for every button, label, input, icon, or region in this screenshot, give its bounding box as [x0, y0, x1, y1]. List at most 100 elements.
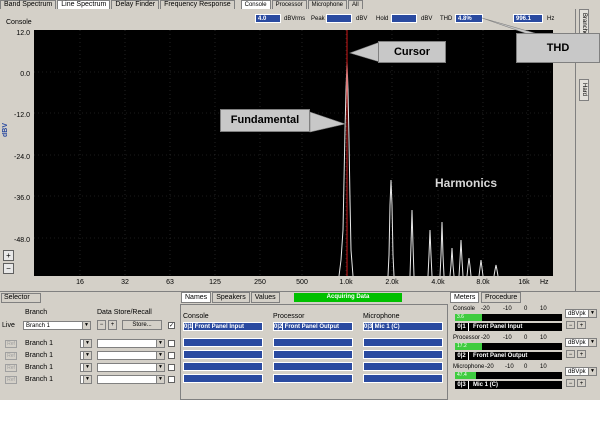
- ref-button[interactable]: Ref: [5, 364, 17, 372]
- live-checkbox[interactable]: ✓: [168, 322, 175, 329]
- channel-microphone[interactable]: 0|3 Mic 1 (C): [363, 322, 443, 331]
- meter-scale: -10: [503, 335, 512, 341]
- channel-slot[interactable]: [183, 374, 263, 383]
- ref-button[interactable]: Ref: [5, 376, 17, 384]
- ref-branch-label: Branch 1: [25, 376, 54, 383]
- ref-branch-select[interactable]: ▼: [80, 351, 92, 360]
- chevron-down-icon: ▼: [82, 322, 90, 329]
- channel-slot[interactable]: [273, 374, 353, 383]
- channel-slot[interactable]: [273, 362, 353, 371]
- tab-procedure[interactable]: Procedure: [481, 292, 522, 303]
- channel-slot[interactable]: [183, 362, 263, 371]
- meter-title-microphone: Microphone: [453, 364, 485, 370]
- ref-branch-select[interactable]: ▼: [80, 339, 92, 348]
- meter-plus-button[interactable]: +: [577, 321, 586, 329]
- data-store-label: Data Store/Recall: [97, 309, 152, 316]
- channel-slot[interactable]: [273, 338, 353, 347]
- tab-names[interactable]: Names: [181, 292, 212, 303]
- meter-scale: 0: [524, 335, 528, 341]
- meter-title-console: Console: [453, 306, 476, 312]
- chevron-down-icon: ▼: [156, 352, 164, 359]
- meter-unit-select[interactable]: dBVpk ▼: [565, 338, 597, 347]
- chevron-down-icon: ▼: [83, 364, 91, 371]
- meter-channel-microphone[interactable]: 0|3 Mic 1 (C): [455, 381, 562, 389]
- channel-slot[interactable]: [363, 338, 443, 347]
- callout-arrows: [309, 17, 539, 133]
- ref-store-select[interactable]: ▼: [97, 375, 165, 384]
- ref-branch-label: Branch 1: [25, 352, 54, 359]
- bottom-panel: Selector Branch Data Store/Recall Live B…: [0, 291, 600, 400]
- meter-minus-button[interactable]: −: [566, 321, 575, 329]
- tab-meters[interactable]: Meters: [450, 292, 480, 303]
- meter-channel-processor[interactable]: 0|2 Front Panel Output: [455, 352, 562, 360]
- meter-unit-select[interactable]: dBVpk ▼: [565, 309, 597, 318]
- meter-bar-processor: 17.2: [455, 343, 562, 350]
- meter-title-processor: Processor: [453, 335, 481, 341]
- tab-values[interactable]: Values: [250, 292, 280, 303]
- tab-speakers[interactable]: Speakers: [212, 292, 250, 303]
- column-header-processor: Processor: [273, 313, 305, 320]
- ref-store-select[interactable]: ▼: [97, 363, 165, 372]
- chevron-down-icon: ▼: [156, 340, 164, 347]
- harmonics-label: Harmonics: [435, 176, 498, 190]
- channel-names-panel: Console Processor Microphone 0|1 Front P…: [180, 304, 448, 400]
- ref-checkbox[interactable]: [168, 376, 175, 383]
- channel-console[interactable]: 0|1 Front Panel Input: [183, 322, 263, 331]
- ref-branch-label: Branch 1: [25, 364, 54, 371]
- ref-branch-label: Branch 1: [25, 340, 54, 347]
- store-button[interactable]: Store...: [122, 320, 162, 330]
- ref-checkbox[interactable]: [168, 364, 175, 371]
- ref-branch-select[interactable]: ▼: [80, 363, 92, 372]
- chevron-down-icon: ▼: [83, 340, 91, 347]
- ref-store-select[interactable]: ▼: [97, 351, 165, 360]
- channel-slot[interactable]: [363, 350, 443, 359]
- meter-unit-select[interactable]: dBVpk ▼: [565, 367, 597, 376]
- channel-slot[interactable]: [273, 350, 353, 359]
- live-label: Live: [2, 322, 15, 329]
- meter-scale: -10: [505, 364, 514, 370]
- thd-callout: THD: [516, 33, 600, 63]
- meter-bar-console: 3.6: [455, 314, 562, 321]
- ref-checkbox[interactable]: [168, 340, 175, 347]
- meter-plus-button[interactable]: +: [577, 379, 586, 387]
- selector-tab[interactable]: Selector: [1, 293, 41, 303]
- chevron-down-icon: ▼: [588, 368, 596, 375]
- chevron-down-icon: ▼: [156, 364, 164, 371]
- cursor-callout: Cursor: [378, 41, 446, 63]
- ref-button[interactable]: Ref: [5, 352, 17, 360]
- ref-store-select[interactable]: ▼: [97, 339, 165, 348]
- meter-bar-microphone: 47.4: [455, 372, 562, 379]
- chevron-down-icon: ▼: [588, 339, 596, 346]
- chevron-down-icon: ▼: [588, 310, 596, 317]
- meter-plus-button[interactable]: +: [577, 350, 586, 358]
- channel-slot[interactable]: [363, 374, 443, 383]
- recall-minus-button[interactable]: −: [97, 320, 106, 330]
- channel-slot[interactable]: [183, 350, 263, 359]
- branch-label: Branch: [25, 309, 48, 316]
- app-window: Band Spectrum Line Spectrum Delay Finder…: [0, 0, 600, 400]
- acquiring-status: Acquiring Data: [294, 293, 402, 302]
- chevron-down-icon: ▼: [156, 376, 164, 383]
- recall-plus-button[interactable]: +: [108, 320, 117, 330]
- meter-scale: 10: [540, 364, 547, 370]
- meter-scale: 0: [524, 306, 528, 312]
- meter-minus-button[interactable]: −: [566, 350, 575, 358]
- ref-button[interactable]: Ref: [5, 340, 17, 348]
- live-branch-select[interactable]: Branch 1 ▼: [23, 321, 91, 330]
- meter-channel-console[interactable]: 0|1 Front Panel Input: [455, 323, 562, 331]
- column-header-microphone: Microphone: [363, 313, 400, 320]
- channel-slot[interactable]: [183, 338, 263, 347]
- chevron-down-icon: ▼: [83, 376, 91, 383]
- meter-scale: -10: [503, 306, 512, 312]
- meter-scale: -20: [485, 364, 494, 370]
- meter-scale: -20: [481, 335, 490, 341]
- meter-minus-button[interactable]: −: [566, 379, 575, 387]
- meter-scale: 10: [540, 335, 547, 341]
- channel-slot[interactable]: [363, 362, 443, 371]
- fundamental-callout: Fundamental: [220, 109, 310, 132]
- ref-branch-select[interactable]: ▼: [80, 375, 92, 384]
- ref-checkbox[interactable]: [168, 352, 175, 359]
- channel-processor[interactable]: 0|2 Front Panel Output: [273, 322, 353, 331]
- meter-scale: 0: [524, 364, 528, 370]
- column-header-console: Console: [183, 313, 209, 320]
